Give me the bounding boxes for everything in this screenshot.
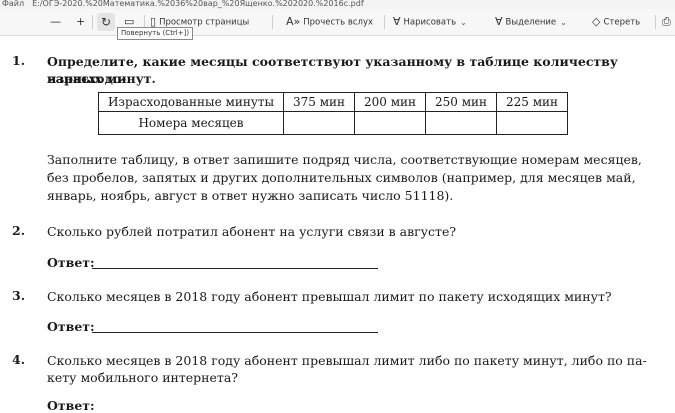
- q3-answer-line[interactable]: [92, 332, 378, 333]
- table-answer-cell[interactable]: [425, 111, 497, 135]
- minus-icon: —: [50, 15, 61, 28]
- zoom-in-button[interactable]: +: [76, 13, 88, 31]
- rotate-icon: ↻: [100, 15, 112, 29]
- eraser-icon: ◇: [592, 15, 601, 28]
- q3-number: 3.: [12, 288, 26, 303]
- chevron-down-icon: ⌄: [560, 17, 567, 27]
- erase-label: Стереть: [603, 17, 641, 28]
- file-path: E:/ОГЭ-2020.%20Математика.%2036%20вар_%2…: [32, 0, 364, 8]
- table-header-cell: 225 мин: [496, 92, 568, 112]
- q1-instr2: без пробелов, запятых и других дополните…: [47, 170, 636, 185]
- toolbar-divider: [272, 15, 273, 29]
- highlight-button[interactable]: ∀ Выделение ⌄: [495, 13, 567, 31]
- toolbar-divider: [655, 15, 656, 29]
- q2-answer-label: Ответ:: [47, 255, 95, 270]
- pdf-toolbar: — + ↻ ▭ ▯ Просмотр страницы A» Прочесть вс…: [0, 9, 675, 36]
- read-aloud-icon: A»: [286, 15, 301, 28]
- zoom-out-button[interactable]: —: [50, 13, 64, 31]
- read-aloud-button[interactable]: A» Прочесть вслух: [286, 13, 373, 31]
- q4-number: 4.: [12, 352, 26, 367]
- table-header-cell: 200 мин: [354, 92, 426, 112]
- table-header-cell: Израсходованные минуты: [98, 92, 284, 112]
- rotate-button[interactable]: ↻: [97, 13, 115, 31]
- q3-answer-label: Ответ:: [47, 319, 95, 334]
- q1-number: 1.: [12, 53, 26, 68]
- read-aloud-label: Прочесть вслух: [303, 17, 374, 28]
- plus-icon: +: [76, 15, 86, 28]
- highlight-label: Выделение: [505, 17, 557, 28]
- q4-line2: кету мобильного интернета?: [47, 370, 238, 385]
- page-view-label: Просмотр страницы: [159, 17, 250, 28]
- table-answer-cell[interactable]: [496, 111, 568, 135]
- print-button[interactable]: ⎙: [662, 13, 674, 31]
- q2-answer-line[interactable]: [92, 268, 378, 269]
- table-row-label: Номера месяцев: [98, 111, 284, 135]
- chevron-down-icon: ⌄: [460, 17, 467, 27]
- print-icon: ⎙: [662, 15, 671, 28]
- q3-text: Сколько месяцев в 2018 году абонент прев…: [47, 289, 612, 304]
- toolbar-divider: [92, 15, 93, 29]
- table-header-cell: 250 мин: [425, 92, 497, 112]
- q1-line2: ванных минут.: [47, 71, 156, 86]
- highlighter-icon: ∀: [495, 15, 503, 28]
- file-label: Файл: [2, 0, 25, 8]
- q1-instr1: Заполните таблицу, в ответ запишите подр…: [47, 152, 642, 167]
- table-answer-cell[interactable]: [354, 111, 426, 135]
- minutes-table: Израсходованные минуты 375 мин 200 мин 2…: [98, 92, 568, 135]
- q2-text: Сколько рублей потратил абонент на услуг…: [47, 224, 457, 239]
- table-header-cell: 375 мин: [283, 92, 355, 112]
- q1-instr3: январь, ноябрь, август в ответ нужно зап…: [47, 188, 454, 203]
- draw-label: Нарисовать: [403, 17, 457, 28]
- draw-button[interactable]: ∀ Нарисовать ⌄: [393, 13, 467, 31]
- toolbar-divider: [384, 15, 385, 29]
- pdf-page: 1. Определите, какие месяцы соответствую…: [0, 36, 675, 413]
- address-bar: Файл E:/ОГЭ-2020.%20Математика.%2036%20ва…: [0, 0, 675, 9]
- q4-line1: Сколько месяцев в 2018 году абонент прев…: [47, 353, 647, 368]
- pen-icon: ∀: [393, 15, 401, 28]
- q4-answer-label: Ответ:: [47, 398, 95, 413]
- table-answer-cell[interactable]: [283, 111, 355, 135]
- q2-number: 2.: [12, 223, 26, 238]
- erase-button[interactable]: ◇ Стереть: [592, 13, 640, 31]
